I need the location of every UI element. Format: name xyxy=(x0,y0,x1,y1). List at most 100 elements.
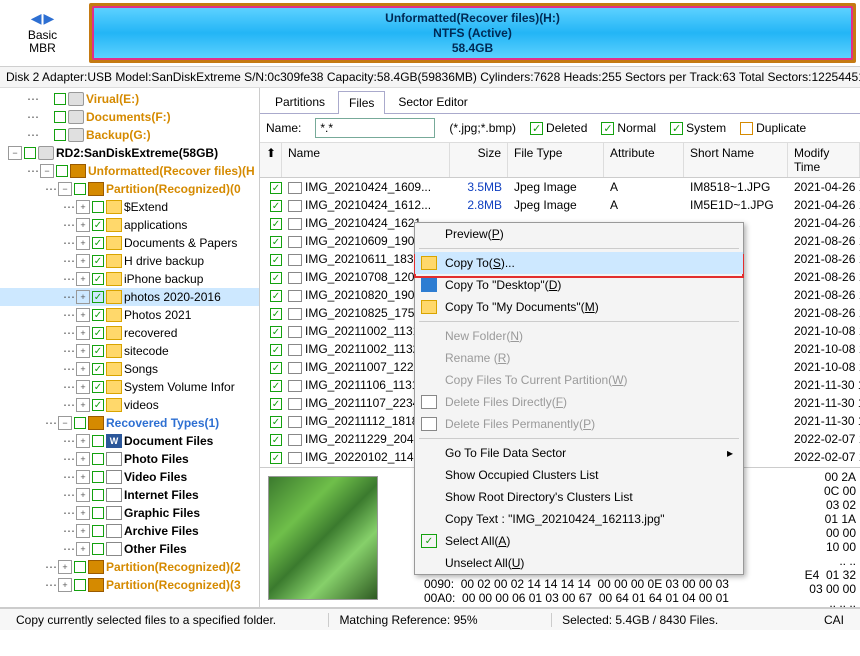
tree-checkbox[interactable]: ✓ xyxy=(92,381,104,393)
collapse-icon[interactable]: − xyxy=(58,416,72,430)
expand-icon[interactable]: + xyxy=(76,506,90,520)
table-row[interactable]: IMG_20210424_1609...3.5MBJpeg ImageAIM85… xyxy=(260,178,860,196)
row-checkbox[interactable] xyxy=(270,380,282,392)
tree-checkbox[interactable] xyxy=(54,93,66,105)
tree-item[interactable]: +Photo Files xyxy=(0,450,259,468)
row-checkbox[interactable] xyxy=(270,290,282,302)
filter-deleted[interactable]: Deleted xyxy=(530,121,587,135)
tree-item[interactable]: −✓Unformatted(Recover files)(H xyxy=(0,162,259,180)
tree-item[interactable]: −RD2:SanDiskExtreme(58GB) xyxy=(0,144,259,162)
tree-item[interactable]: −✓Partition(Recognized)(0 xyxy=(0,180,259,198)
expand-icon[interactable]: + xyxy=(76,326,90,340)
menu-copy-documents[interactable]: Copy To "My Documents"(M) xyxy=(415,296,743,318)
tree-item[interactable]: +Archive Files xyxy=(0,522,259,540)
expand-icon[interactable]: + xyxy=(76,524,90,538)
row-checkbox[interactable] xyxy=(270,416,282,428)
row-checkbox[interactable] xyxy=(270,254,282,266)
collapse-icon[interactable]: − xyxy=(8,146,22,160)
collapse-icon[interactable]: − xyxy=(40,164,54,178)
tree-checkbox[interactable] xyxy=(92,453,104,465)
expand-icon[interactable]: + xyxy=(76,542,90,556)
filter-duplicate[interactable]: Duplicate xyxy=(740,121,806,135)
tree-item[interactable]: +Video Files xyxy=(0,468,259,486)
col-name[interactable]: Name xyxy=(282,143,450,177)
row-checkbox[interactable] xyxy=(270,398,282,410)
row-checkbox[interactable] xyxy=(270,326,282,338)
expand-icon[interactable]: + xyxy=(76,272,90,286)
expand-icon[interactable]: + xyxy=(76,380,90,394)
collapse-icon[interactable]: − xyxy=(58,182,72,196)
nav-tree[interactable]: Virual(E:)Documents(F:)Backup(G:)−RD2:Sa… xyxy=(0,88,260,607)
table-row[interactable]: IMG_20210424_1612...2.8MBJpeg ImageAIM5E… xyxy=(260,196,860,214)
tree-item[interactable]: +✓applications xyxy=(0,216,259,234)
tree-item[interactable]: −Recovered Types(1) xyxy=(0,414,259,432)
tree-item[interactable]: Backup(G:) xyxy=(0,126,259,144)
expand-icon[interactable]: + xyxy=(76,254,90,268)
tree-item[interactable]: +✓iPhone backup xyxy=(0,270,259,288)
expand-icon[interactable]: + xyxy=(76,434,90,448)
menu-copy-to[interactable]: Copy To(S)... xyxy=(415,252,743,274)
expand-icon[interactable]: + xyxy=(76,398,90,412)
nav-back-icon[interactable]: ◀ xyxy=(31,10,42,27)
row-checkbox[interactable] xyxy=(270,362,282,374)
expand-icon[interactable]: + xyxy=(76,290,90,304)
tree-item[interactable]: +✓videos xyxy=(0,396,259,414)
tree-item[interactable]: +Partition(Recognized)(3 xyxy=(0,576,259,594)
expand-icon[interactable]: + xyxy=(76,344,90,358)
tree-item[interactable]: +Partition(Recognized)(2 xyxy=(0,558,259,576)
expand-icon[interactable]: + xyxy=(76,200,90,214)
expand-icon[interactable]: + xyxy=(76,470,90,484)
col-up[interactable]: ⬆ xyxy=(260,143,282,177)
tree-item[interactable]: +✓Songs xyxy=(0,360,259,378)
row-checkbox[interactable] xyxy=(270,236,282,248)
expand-icon[interactable]: + xyxy=(76,308,90,322)
tree-checkbox[interactable] xyxy=(92,471,104,483)
expand-icon[interactable]: + xyxy=(76,236,90,250)
menu-preview[interactable]: Preview(P) xyxy=(415,223,743,245)
tree-item[interactable]: Virual(E:) xyxy=(0,90,259,108)
row-checkbox[interactable] xyxy=(270,182,282,194)
tree-item[interactable]: +✓photos 2020-2016 xyxy=(0,288,259,306)
tree-checkbox[interactable]: ✓ xyxy=(56,165,68,177)
tree-item[interactable]: +WDocument Files xyxy=(0,432,259,450)
expand-icon[interactable]: + xyxy=(58,560,72,574)
row-checkbox[interactable] xyxy=(270,218,282,230)
tree-checkbox[interactable] xyxy=(74,561,86,573)
col-short[interactable]: Short Name xyxy=(684,143,788,177)
tree-checkbox[interactable] xyxy=(92,543,104,555)
tree-item[interactable]: +✓recovered xyxy=(0,324,259,342)
tree-checkbox[interactable]: ✓ xyxy=(92,309,104,321)
tree-item[interactable]: +✓Documents & Papers xyxy=(0,234,259,252)
expand-icon[interactable]: + xyxy=(76,218,90,232)
row-checkbox[interactable] xyxy=(270,344,282,356)
menu-select-all[interactable]: ✓Select All(A) xyxy=(415,530,743,552)
expand-icon[interactable]: + xyxy=(76,488,90,502)
col-attr[interactable]: Attribute xyxy=(604,143,684,177)
col-mod[interactable]: Modify Time xyxy=(788,143,860,177)
tree-checkbox[interactable]: ✓ xyxy=(92,399,104,411)
tree-checkbox[interactable]: ✓ xyxy=(92,255,104,267)
tree-checkbox[interactable] xyxy=(92,525,104,537)
tree-item[interactable]: +Graphic Files xyxy=(0,504,259,522)
tab-files[interactable]: Files xyxy=(338,91,385,114)
menu-show-occupied[interactable]: Show Occupied Clusters List xyxy=(415,464,743,486)
menu-copy-desktop[interactable]: Copy To "Desktop"(D) xyxy=(415,274,743,296)
tree-checkbox[interactable]: ✓ xyxy=(92,273,104,285)
tree-item[interactable]: +Other Files xyxy=(0,540,259,558)
tree-checkbox[interactable]: ✓ xyxy=(92,327,104,339)
tree-checkbox[interactable]: ✓ xyxy=(92,345,104,357)
row-checkbox[interactable] xyxy=(270,272,282,284)
filter-system[interactable]: System xyxy=(670,121,726,135)
menu-show-root[interactable]: Show Root Directory's Clusters List xyxy=(415,486,743,508)
tree-checkbox[interactable]: ✓ xyxy=(74,183,86,195)
tab-partitions[interactable]: Partitions xyxy=(264,90,336,113)
row-checkbox[interactable] xyxy=(270,452,282,464)
tree-item[interactable]: +✓sitecode xyxy=(0,342,259,360)
row-checkbox[interactable] xyxy=(270,434,282,446)
tree-item[interactable]: +✓Photos 2021 xyxy=(0,306,259,324)
volume-bar[interactable]: Unformatted(Recover files)(H:) NTFS (Act… xyxy=(85,0,860,66)
row-checkbox[interactable] xyxy=(270,200,282,212)
nav-fwd-icon[interactable]: ▶ xyxy=(44,10,55,27)
expand-icon[interactable]: + xyxy=(76,452,90,466)
name-filter-input[interactable] xyxy=(315,118,435,138)
